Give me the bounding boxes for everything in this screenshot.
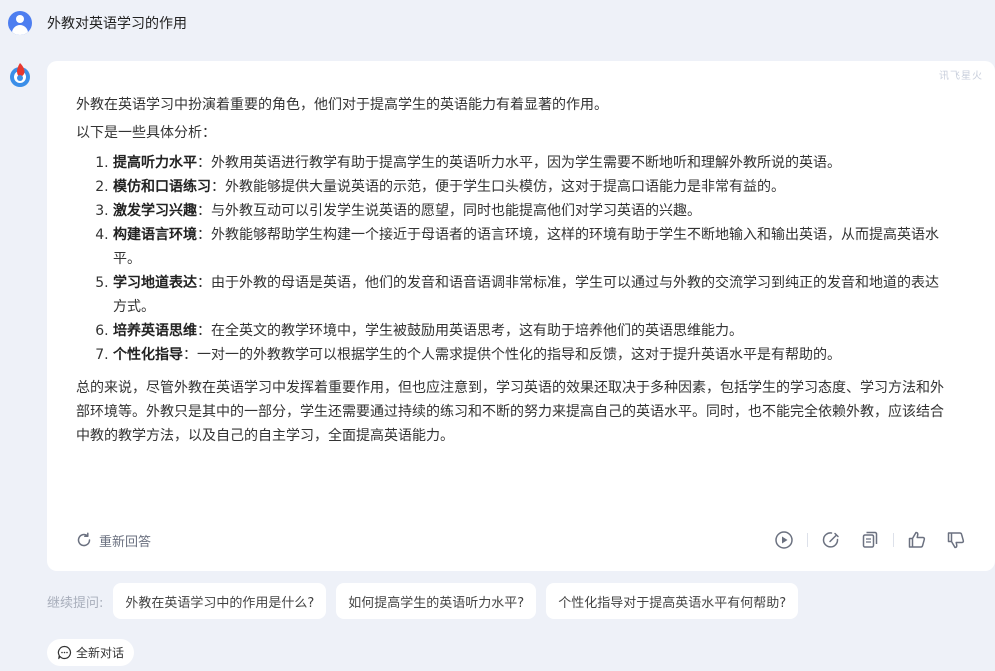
point-text: ：与外教互动可以引发学生说英语的愿望，同时也能提高他们对学习英语的兴趣。 — [197, 203, 701, 219]
point-title: 个性化指导 — [113, 347, 183, 363]
follow-up-chip[interactable]: 如何提高学生的英语听力水平? — [336, 583, 537, 619]
follow-up-chip[interactable]: 外教在英语学习中的作用是什么? — [113, 583, 327, 619]
copy-icon — [862, 531, 878, 548]
divider — [893, 533, 894, 547]
thumbs-up-icon — [908, 531, 926, 548]
edit-button[interactable] — [820, 529, 842, 551]
divider — [807, 533, 808, 547]
point-text: ：外教能够帮助学生构建一个接近于母语者的语言环境，这样的环境有助于学生不断地输入… — [113, 227, 939, 267]
spark-logo-icon — [10, 63, 30, 87]
play-icon — [775, 531, 793, 549]
follow-up-chip[interactable]: 个性化指导对于提高英语水平有何帮助? — [546, 583, 799, 619]
point-title: 学习地道表达 — [113, 275, 197, 291]
point-title: 提高听力水平 — [113, 155, 197, 171]
answer-point: 构建语言环境：外教能够帮助学生构建一个接近于母语者的语言环境，这样的环境有助于学… — [113, 223, 944, 271]
point-title: 模仿和口语练习 — [113, 179, 211, 195]
brand-watermark: 讯飞星火 — [939, 71, 983, 82]
copy-button[interactable] — [859, 529, 881, 551]
chat-bubble-icon — [57, 645, 72, 660]
answer-actions: 重新回答 — [75, 527, 967, 553]
answer-point: 个性化指导：一对一的外教教学可以根据学生的个人需求提供个性化的指导和反馈，这对于… — [113, 343, 944, 367]
answer-conclusion: 总的来说，尽管外教在英语学习中发挥着重要作用，但也应注意到，学习英语的效果还取决… — [76, 380, 944, 444]
new-chat-button[interactable]: 全新对话 — [47, 639, 135, 666]
point-text: ：外教能够提供大量说英语的示范，便于学生口头模仿，这对于提高口语能力是非常有益的… — [211, 179, 785, 195]
play-button[interactable] — [773, 529, 795, 551]
answer-action-icons — [773, 529, 967, 551]
answer-content: 外教在英语学习中扮演着重要的角色，他们对于提高学生的英语能力有着显著的作用。 以… — [76, 93, 944, 454]
new-chat-label: 全新对话 — [76, 646, 125, 660]
answer-points: 提高听力水平：外教用英语进行教学有助于提高学生的英语听力水平，因为学生需要不断地… — [113, 151, 944, 367]
point-text: ：由于外教的母语是英语，他们的发音和语音语调非常标准，学生可以通过与外教的交流学… — [113, 275, 939, 315]
point-title: 培养英语思维 — [113, 323, 197, 339]
refresh-icon — [77, 532, 91, 547]
point-text: ：外教用英语进行教学有助于提高学生的英语听力水平，因为学生需要不断地听和理解外教… — [197, 155, 841, 171]
user-message-row: 外教对英语学习的作用 — [8, 10, 187, 36]
follow-up-label: 继续提问: — [47, 595, 104, 611]
answer-card: 讯飞星火 外教在英语学习中扮演着重要的角色，他们对于提高学生的英语能力有着显著的… — [47, 61, 995, 571]
answer-point: 激发学习兴趣：与外教互动可以引发学生说英语的愿望，同时也能提高他们对学习英语的兴… — [113, 199, 944, 223]
regenerate-label: 重新回答 — [99, 534, 152, 550]
answer-point: 模仿和口语练习：外教能够提供大量说英语的示范，便于学生口头模仿，这对于提高口语能… — [113, 175, 944, 199]
point-title: 构建语言环境 — [113, 227, 197, 243]
user-question: 外教对英语学习的作用 — [47, 16, 187, 32]
answer-point: 培养英语思维：在全英文的教学环境中，学生被鼓励用英语思考，这有助于培养他们的英语… — [113, 319, 944, 343]
point-text: ：在全英文的教学环境中，学生被鼓励用英语思考，这有助于培养他们的英语思维能力。 — [197, 323, 743, 339]
user-avatar — [8, 11, 32, 35]
edit-icon — [822, 532, 839, 548]
point-title: 激发学习兴趣 — [113, 203, 197, 219]
point-text: ：一对一的外教教学可以根据学生的个人需求提供个性化的指导和反馈，这对于提升英语水… — [183, 347, 841, 363]
like-button[interactable] — [906, 529, 928, 551]
dislike-button[interactable] — [945, 529, 967, 551]
answer-intro: 外教在英语学习中扮演着重要的角色，他们对于提高学生的英语能力有着显著的作用。 — [76, 97, 608, 113]
thumbs-down-icon — [947, 532, 965, 549]
answer-point: 学习地道表达：由于外教的母语是英语，他们的发音和语音语调非常标准，学生可以通过与… — [113, 271, 944, 319]
answer-point: 提高听力水平：外教用英语进行教学有助于提高学生的英语听力水平，因为学生需要不断地… — [113, 151, 944, 175]
regenerate-button[interactable]: 重新回答 — [75, 531, 151, 550]
answer-lead: 以下是一些具体分析： — [76, 125, 216, 141]
follow-up-questions: 继续提问: 外教在英语学习中的作用是什么? 如何提高学生的英语听力水平? 个性化… — [47, 583, 808, 619]
